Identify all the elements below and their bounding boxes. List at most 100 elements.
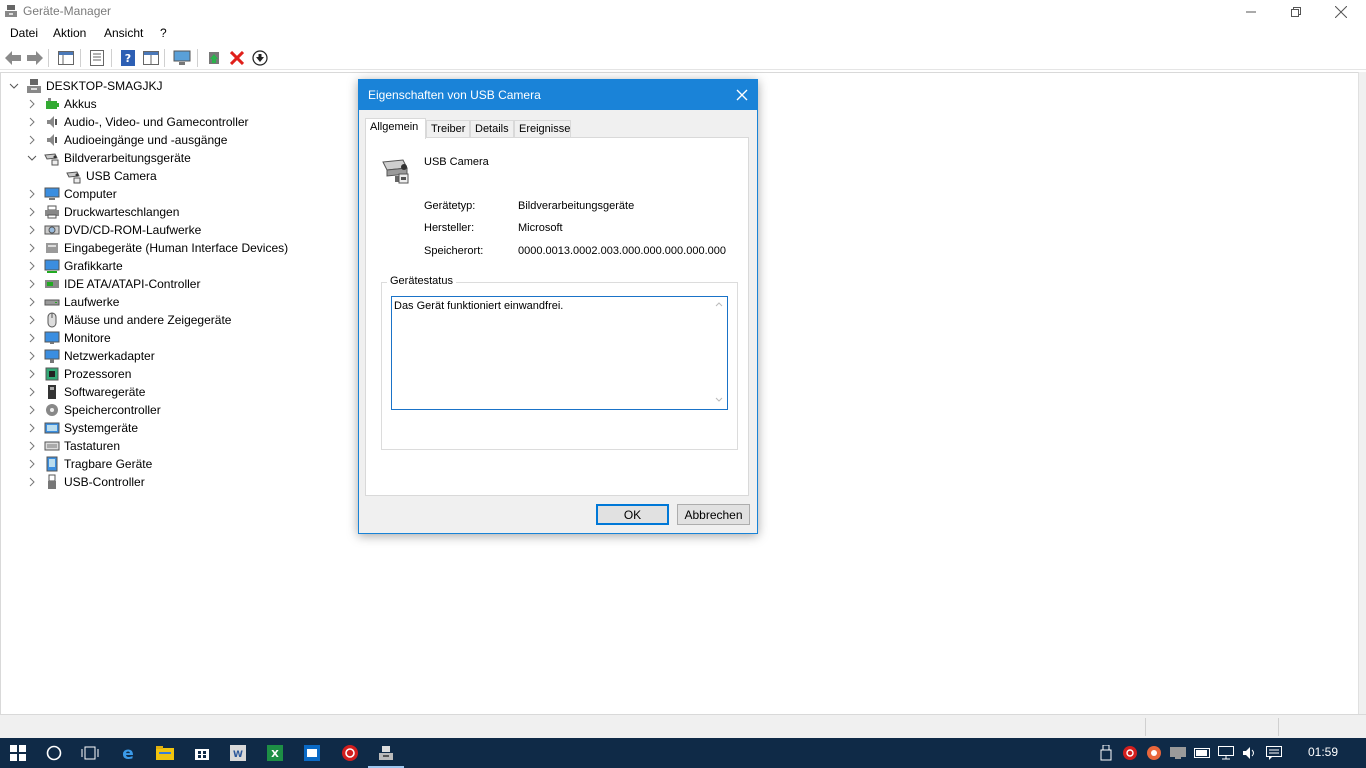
tab-details[interactable]: Details [470, 120, 514, 138]
chevron-right-icon[interactable] [26, 278, 38, 290]
chevron-right-icon[interactable] [26, 404, 38, 416]
menu-help[interactable]: ? [160, 26, 167, 40]
taskbar-clock[interactable]: 01:59 [1300, 745, 1346, 759]
update-driver-icon[interactable] [205, 49, 223, 67]
chevron-right-icon[interactable] [26, 476, 38, 488]
chevron-right-icon[interactable] [26, 206, 38, 218]
tree-category-item[interactable]: Mäuse und andere Zeigegeräte [26, 311, 231, 329]
tree-category-item[interactable]: IDE ATA/ATAPI-Controller [26, 275, 200, 293]
chevron-down-icon[interactable] [26, 152, 38, 164]
chevron-right-icon[interactable] [26, 134, 38, 146]
tree-category-item[interactable]: Grafikkarte [26, 257, 123, 275]
minimize-button[interactable] [1228, 0, 1274, 24]
chevron-right-icon[interactable] [26, 188, 38, 200]
outlook-icon[interactable] [300, 741, 324, 765]
windows-start-icon[interactable] [6, 741, 30, 765]
chevron-right-icon[interactable] [26, 440, 38, 452]
battery-tray-icon[interactable] [1194, 745, 1210, 761]
tree-category-item[interactable]: Akkus [26, 95, 97, 113]
usb-drive-tray-icon[interactable] [1098, 745, 1114, 761]
chevron-right-icon[interactable] [26, 314, 38, 326]
forward-arrow-icon[interactable] [26, 49, 44, 67]
dialog-close-button[interactable] [733, 86, 751, 104]
tree-category-item[interactable]: Druckwarteschlangen [26, 203, 179, 221]
tree-category-item[interactable]: Laufwerke [26, 293, 119, 311]
scan-hardware-icon[interactable] [173, 49, 191, 67]
cortana-icon[interactable] [42, 741, 66, 765]
tree-category-item[interactable]: Monitore [26, 329, 111, 347]
chevron-right-icon[interactable] [26, 332, 38, 344]
tree-category-item[interactable]: Systemgeräte [26, 419, 138, 437]
tab-treiber[interactable]: Treiber [426, 120, 470, 138]
tree-category-item[interactable]: Prozessoren [26, 365, 131, 383]
chevron-right-icon[interactable] [26, 242, 38, 254]
chevron-right-icon[interactable] [26, 296, 38, 308]
properties-icon[interactable] [88, 49, 106, 67]
edge-browser-icon[interactable]: e [116, 741, 140, 765]
chevron-right-icon[interactable] [26, 98, 38, 110]
console-tree-icon[interactable] [57, 49, 75, 67]
word-icon[interactable]: W [226, 741, 250, 765]
tree-category-item[interactable]: Softwaregeräte [26, 383, 145, 401]
tree-category-item[interactable]: Netzwerkadapter [26, 347, 155, 365]
menu-ansicht[interactable]: Ansicht [104, 26, 143, 40]
manufacturer-label: Hersteller: [424, 222, 475, 234]
network-tray-icon[interactable] [1218, 745, 1234, 761]
tab-ereignisse[interactable]: Ereignisse [514, 120, 571, 138]
device-manager-taskbar-icon[interactable] [374, 741, 398, 765]
tree-child-item[interactable]: USB Camera [66, 167, 157, 185]
chevron-right-icon[interactable] [26, 260, 38, 272]
action-center-icon[interactable] [1266, 745, 1282, 761]
chevron-down-icon[interactable] [8, 80, 20, 92]
chevron-right-icon[interactable] [26, 116, 38, 128]
computer-icon [26, 78, 42, 94]
excel-icon[interactable]: X [263, 741, 287, 765]
tree-category-item[interactable]: Eingabegeräte (Human Interface Devices) [26, 239, 288, 257]
chevron-right-icon[interactable] [26, 422, 38, 434]
chevron-right-icon[interactable] [26, 458, 38, 470]
tree-category-item[interactable]: Bildverarbeitungsgeräte [26, 149, 191, 167]
properties-dialog: Eigenschaften von USB Camera Allgemein T… [358, 79, 758, 534]
tree-category-item[interactable]: USB-Controller [26, 473, 145, 491]
vertical-scrollbar[interactable] [1358, 72, 1366, 714]
restore-button[interactable] [1273, 0, 1319, 24]
file-explorer-icon[interactable] [153, 741, 177, 765]
chevron-right-icon[interactable] [26, 386, 38, 398]
back-arrow-icon[interactable] [4, 49, 22, 67]
volume-tray-icon[interactable] [1242, 745, 1258, 761]
display-tray-icon[interactable] [1170, 745, 1186, 761]
tree-category-item[interactable]: Audio-, Video- und Gamecontroller [26, 113, 249, 131]
tree-category-item[interactable]: Tragbare Geräte [26, 455, 152, 473]
uninstall-icon[interactable] [228, 49, 246, 67]
chevron-right-icon[interactable] [26, 224, 38, 236]
task-view-icon[interactable] [78, 741, 102, 765]
show-hidden-icon[interactable] [142, 49, 160, 67]
network-icon [44, 348, 60, 364]
device-status-text: Das Gerät funktioniert einwandfrei. [394, 300, 564, 312]
tree-category-item[interactable]: DVD/CD-ROM-Laufwerke [26, 221, 201, 239]
antivirus-tray-icon[interactable] [1122, 745, 1138, 761]
help-icon[interactable]: ? [119, 49, 137, 67]
status-scrollbar[interactable] [712, 298, 726, 408]
sync-tray-icon[interactable] [1146, 745, 1162, 761]
tree-category-item[interactable]: Tastaturen [26, 437, 120, 455]
device-status-textbox[interactable]: Das Gerät funktioniert einwandfrei. [391, 296, 728, 410]
chevron-right-icon[interactable] [26, 350, 38, 362]
store-icon[interactable] [190, 741, 214, 765]
disable-device-icon[interactable] [251, 49, 269, 67]
menu-aktion[interactable]: Aktion [53, 26, 86, 40]
close-button[interactable] [1318, 0, 1364, 24]
cancel-button[interactable]: Abbrechen [677, 504, 750, 525]
tree-category-item[interactable]: Speichercontroller [26, 401, 161, 419]
tree-category-item[interactable]: Computer [26, 185, 117, 203]
antivirus-icon[interactable] [338, 741, 362, 765]
chevron-right-icon[interactable] [26, 368, 38, 380]
tree-root[interactable]: DESKTOP-SMAGJKJ [8, 77, 162, 95]
ok-button[interactable]: OK [596, 504, 669, 525]
tree-category-item[interactable]: Audioeingänge und -ausgänge [26, 131, 227, 149]
tree-item-label: Computer [64, 187, 117, 201]
menu-datei[interactable]: Datei [10, 26, 38, 40]
tree-item-label: Akkus [64, 97, 97, 111]
tree-item-label: Druckwarteschlangen [64, 205, 180, 219]
tab-allgemein[interactable]: Allgemein [365, 118, 426, 139]
